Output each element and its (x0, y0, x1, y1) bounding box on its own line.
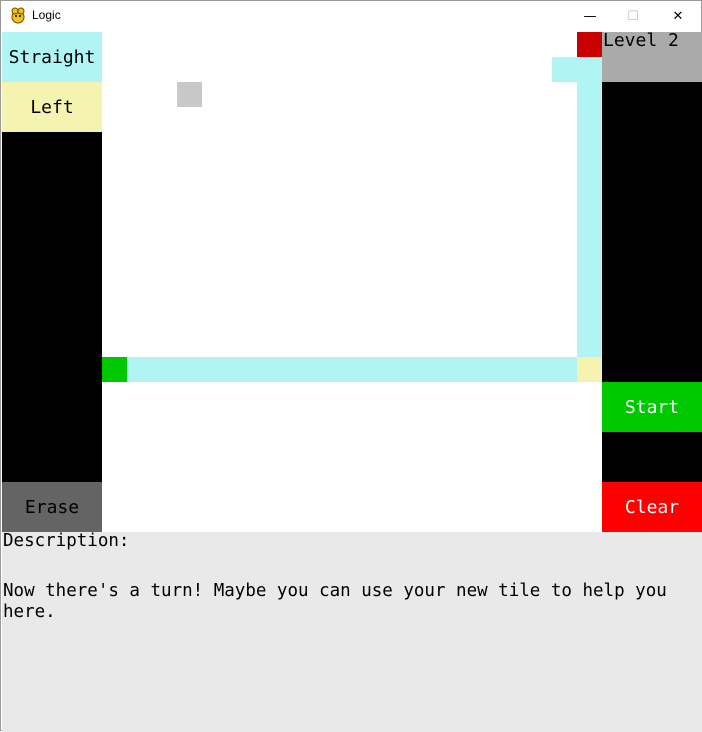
maximize-icon: ☐ (627, 8, 639, 24)
left-tile-label: Left (30, 96, 74, 118)
right-sidebar (602, 32, 702, 532)
maximize-button[interactable]: ☐ (610, 1, 656, 31)
goal-marker-tile (577, 32, 602, 57)
erase-label: Erase (24, 496, 80, 518)
level-label: Level 2 (603, 30, 679, 51)
straight-path-stub (552, 57, 602, 82)
description-heading: Description: (3, 531, 130, 551)
start-button[interactable]: Start (602, 382, 702, 432)
title-bar[interactable]: Logic — ☐ ✕ (1, 1, 701, 31)
erase-button[interactable]: Erase (2, 482, 102, 532)
level-panel: Level 2 (602, 30, 702, 82)
close-button[interactable]: ✕ (655, 1, 701, 31)
description-panel: Description: Now there's a turn! Maybe y… (2, 531, 702, 732)
turn-tile (577, 357, 602, 382)
description-text: Now there's a turn! Maybe you can use yo… (3, 581, 667, 622)
cursor-tile (177, 82, 202, 107)
straight-tile-label: Straight (8, 46, 96, 68)
window-title: Logic (32, 8, 61, 22)
game-board[interactable] (102, 32, 602, 532)
left-tile-button[interactable]: Left (2, 82, 102, 132)
start-marker-tile (102, 357, 127, 382)
clear-label: Clear (624, 496, 680, 518)
game-canvas[interactable]: Straight Left Erase Level 2 Start Clear (2, 30, 702, 732)
straight-tile-button[interactable]: Straight (2, 32, 102, 82)
pygame-snake-icon (11, 7, 25, 24)
minimize-button[interactable]: — (567, 1, 613, 31)
close-icon: ✕ (672, 8, 684, 24)
minimize-icon: — (583, 8, 597, 24)
app-window: Logic — ☐ ✕ Straight Left Erase Level 2 … (0, 0, 702, 732)
straight-path-horizontal (127, 357, 577, 382)
straight-path-vertical (577, 82, 602, 357)
clear-button[interactable]: Clear (602, 482, 702, 532)
start-label: Start (624, 396, 680, 418)
